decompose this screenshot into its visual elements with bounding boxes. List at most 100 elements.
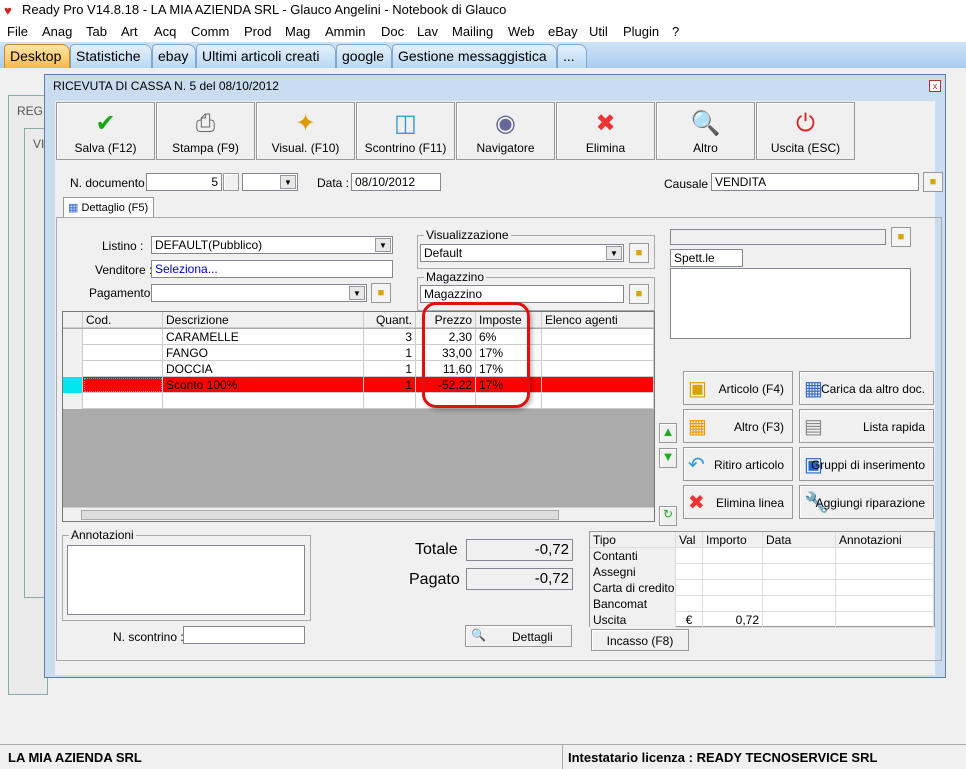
toolbar-button-elimina[interactable]: ✖ Elimina bbox=[556, 102, 655, 160]
column-header-importo[interactable]: Importo bbox=[703, 532, 763, 548]
cell-val[interactable] bbox=[676, 580, 703, 596]
horizontal-scrollbar[interactable] bbox=[63, 507, 654, 521]
side-button-elimina[interactable]: ✖ Elimina linea bbox=[683, 485, 793, 519]
listino-select[interactable]: DEFAULT(Pubblico) bbox=[151, 236, 393, 254]
toolbar-button-scontrino[interactable]: ◫ Scontrino (F11) bbox=[356, 102, 455, 160]
visualizzazione-select[interactable]: Default bbox=[420, 244, 624, 262]
cell-agents[interactable] bbox=[542, 345, 654, 361]
close-icon[interactable]: x bbox=[929, 80, 941, 92]
cell-data[interactable] bbox=[763, 580, 836, 596]
payment-row[interactable]: Contanti bbox=[590, 548, 934, 564]
tab-6[interactable]: ... bbox=[557, 44, 587, 68]
column-header-tipo[interactable]: Tipo bbox=[590, 532, 676, 548]
cell-importo[interactable] bbox=[703, 548, 763, 564]
toolbar-button-visual[interactable]: ✦ Visual. (F10) bbox=[256, 102, 355, 160]
cell-importo[interactable] bbox=[703, 580, 763, 596]
cell-agents[interactable] bbox=[542, 361, 654, 377]
cell-importo[interactable]: 0,72 bbox=[703, 612, 763, 628]
tab-1[interactable]: Statistiche bbox=[70, 44, 152, 68]
menu-web[interactable]: Web bbox=[508, 24, 535, 39]
payment-row[interactable]: Assegni bbox=[590, 564, 934, 580]
ndoc-suffix-select[interactable]: ▼ bbox=[242, 173, 298, 191]
payment-row[interactable]: Uscita €0,72 bbox=[590, 612, 934, 628]
cell-note[interactable] bbox=[836, 580, 934, 596]
side-button-aggiungi[interactable]: 🔧 Aggiungi riparazione bbox=[799, 485, 934, 519]
move-up-icon[interactable]: ▲ bbox=[659, 423, 677, 443]
table-row[interactable]: CARAMELLE 3 2,30 6% bbox=[63, 329, 654, 345]
menu-util[interactable]: Util bbox=[589, 24, 608, 39]
cell-desc[interactable]: Sconto 100% bbox=[163, 377, 364, 393]
toolbar-button-navigatore[interactable]: ◉ Navigatore bbox=[456, 102, 555, 160]
row-header[interactable] bbox=[63, 329, 83, 345]
venditore-input[interactable]: Seleziona... bbox=[151, 260, 393, 278]
cell-desc[interactable]: FANGO bbox=[163, 345, 364, 361]
cell-qty[interactable]: 1 bbox=[364, 361, 416, 377]
tab-5[interactable]: Gestione messaggistica bbox=[392, 44, 557, 68]
cell-qty[interactable]: 3 bbox=[364, 329, 416, 345]
cell-note[interactable] bbox=[836, 564, 934, 580]
cell-qty[interactable] bbox=[364, 393, 416, 409]
tab-0[interactable]: Desktop bbox=[4, 44, 70, 68]
menu-file[interactable]: File bbox=[7, 24, 28, 39]
causale-input[interactable]: VENDITA bbox=[711, 173, 919, 191]
toolbar-button-uscita[interactable]: ⏻ Uscita (ESC) bbox=[756, 102, 855, 160]
ndoc-input[interactable]: 5 bbox=[146, 173, 222, 191]
cell-data[interactable] bbox=[763, 548, 836, 564]
folder-icon[interactable]: ■ bbox=[923, 172, 943, 192]
cell-note[interactable] bbox=[836, 548, 934, 564]
column-header-quant[interactable]: Quant. bbox=[364, 312, 416, 328]
magazzino-input[interactable]: Magazzino bbox=[420, 285, 624, 303]
cell-cod[interactable] bbox=[83, 393, 163, 409]
side-button-articolo[interactable]: ▣ Articolo (F4) bbox=[683, 371, 793, 405]
cell-qty[interactable]: 1 bbox=[364, 377, 416, 393]
toolbar-button-stampa[interactable]: ⎙ Stampa (F9) bbox=[156, 102, 255, 160]
cell-cod[interactable] bbox=[83, 329, 163, 345]
menu-mailing[interactable]: Mailing bbox=[452, 24, 493, 39]
menu-lav[interactable]: Lav bbox=[417, 24, 438, 39]
side-button-gruppi[interactable]: ▣ Gruppi di inserimento bbox=[799, 447, 934, 481]
address-textarea[interactable] bbox=[670, 268, 911, 339]
menu-prod[interactable]: Prod bbox=[244, 24, 271, 39]
toolbar-button-altro[interactable]: 🔍 Altro bbox=[656, 102, 755, 160]
table-row[interactable]: DOCCIA 1 11,60 17% bbox=[63, 361, 654, 377]
side-button-carica[interactable]: ▦ Carica da altro doc. bbox=[799, 371, 934, 405]
cell-importo[interactable] bbox=[703, 564, 763, 580]
folder-icon[interactable]: ■ bbox=[629, 284, 649, 304]
tab-3[interactable]: Ultimi articoli creati bbox=[196, 44, 336, 68]
cell-importo[interactable] bbox=[703, 596, 763, 612]
scrollbar-thumb[interactable] bbox=[81, 510, 559, 520]
folder-icon[interactable]: ■ bbox=[629, 243, 649, 263]
row-header[interactable] bbox=[63, 361, 83, 377]
table-row[interactable]: Sconto 100% 1 -52,22 17% bbox=[63, 377, 654, 393]
menu-doc[interactable]: Doc bbox=[381, 24, 404, 39]
payment-row[interactable]: Bancomat bbox=[590, 596, 934, 612]
menu-anag[interactable]: Anag bbox=[42, 24, 72, 39]
folder-icon[interactable]: ■ bbox=[891, 227, 911, 247]
row-header[interactable] bbox=[63, 345, 83, 361]
customer-input[interactable] bbox=[670, 229, 886, 245]
spett-input[interactable]: Spett.le bbox=[670, 249, 743, 267]
menu-help[interactable]: ? bbox=[672, 24, 679, 39]
cell-note[interactable] bbox=[836, 596, 934, 612]
cell-val[interactable]: € bbox=[676, 612, 703, 628]
pagamento-select[interactable] bbox=[151, 284, 367, 302]
side-button-altro[interactable]: ▦ Altro (F3) bbox=[683, 409, 793, 443]
folder-icon[interactable]: ■ bbox=[371, 283, 391, 303]
tab-4[interactable]: google bbox=[336, 44, 392, 68]
table-row[interactable]: FANGO 1 33,00 17% bbox=[63, 345, 654, 361]
menu-ebay[interactable]: eBay bbox=[548, 24, 578, 39]
cell-data[interactable] bbox=[763, 596, 836, 612]
cell-data[interactable] bbox=[763, 612, 836, 628]
payment-row[interactable]: Carta di credito bbox=[590, 580, 934, 596]
menu-comm[interactable]: Comm bbox=[191, 24, 229, 39]
menu-mag[interactable]: Mag bbox=[285, 24, 310, 39]
side-button-ritiro[interactable]: ↶ Ritiro articolo bbox=[683, 447, 793, 481]
cell-desc[interactable]: DOCCIA bbox=[163, 361, 364, 377]
cell-desc[interactable] bbox=[163, 393, 364, 409]
annotazioni-textarea[interactable] bbox=[67, 545, 305, 615]
incasso-button[interactable]: Incasso (F8) bbox=[591, 629, 689, 651]
cell-cod[interactable] bbox=[83, 345, 163, 361]
menu-plugin[interactable]: Plugin bbox=[623, 24, 659, 39]
cell-note[interactable] bbox=[836, 612, 934, 628]
cell-val[interactable] bbox=[676, 564, 703, 580]
